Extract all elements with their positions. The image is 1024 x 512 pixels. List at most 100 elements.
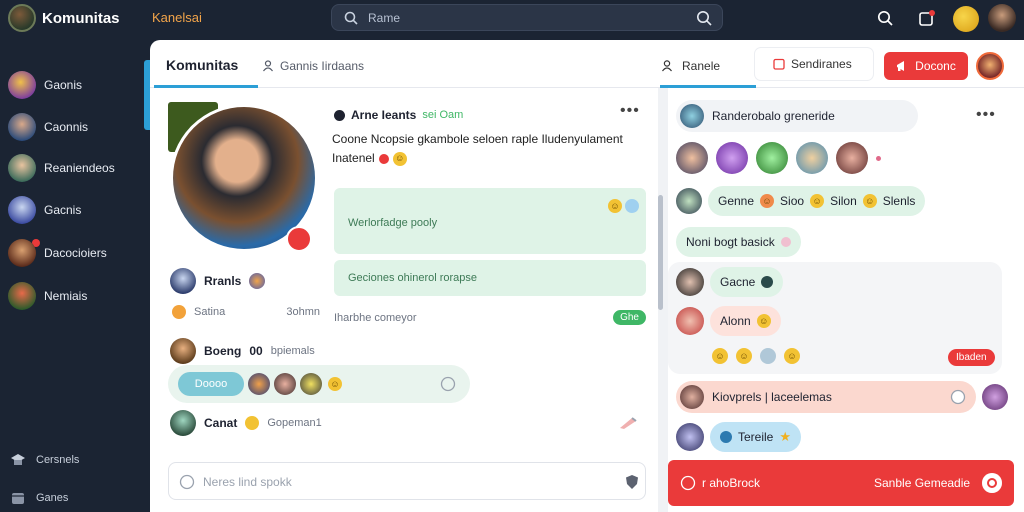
avatar: [676, 268, 704, 296]
chat-bubble-highlight[interactable]: Kiovprels | laceelemas: [676, 381, 976, 413]
emoji-icon: [680, 475, 696, 491]
shield-icon[interactable]: [625, 474, 639, 490]
hero-badge-icon: [286, 226, 312, 252]
post-footer-badge[interactable]: Ghe: [613, 310, 646, 325]
app-name: Komunitas: [42, 9, 120, 27]
search-icon[interactable]: [873, 6, 897, 30]
post-card[interactable]: Werlorfadge pooly ☺: [334, 188, 646, 254]
post-more-icon[interactable]: •••: [620, 102, 640, 120]
post-card-text: Werlorfadge pooly: [348, 217, 438, 229]
megaphone-icon: [897, 61, 905, 71]
emoji-icon: ☺: [608, 199, 622, 213]
post-header[interactable]: Arne Ieants sei Oam: [334, 108, 463, 122]
sidebar-footer-courses[interactable]: Cersnels: [10, 453, 79, 467]
emoji-icon[interactable]: ☺: [712, 348, 728, 364]
reaction-chip[interactable]: Doooo: [178, 372, 244, 396]
composer[interactable]: Neres lind spokk: [168, 462, 646, 500]
brand[interactable]: Komunitas: [8, 4, 120, 32]
chat-bubble[interactable]: Noni bogt basick: [676, 227, 801, 257]
reaction-bar[interactable]: Doooo ☺: [168, 365, 470, 403]
smile-outline-icon[interactable]: [440, 376, 456, 392]
post-text: Coone Ncopsie gkambole seloen raple Ilud…: [332, 130, 632, 168]
main-panel: Komunitas Gannis Iirdaans Ranele Sendira…: [144, 40, 1024, 512]
avatar[interactable]: [796, 142, 828, 174]
sidebar-item-gaonis[interactable]: Gaonis: [8, 71, 82, 99]
tab-sendiranes[interactable]: Sendiranes: [755, 48, 873, 80]
tab-gannis[interactable]: Gannis Iirdaans: [262, 59, 364, 73]
tab-komunitas[interactable]: Komunitas: [166, 57, 238, 73]
emoji-icon: [625, 199, 639, 213]
graduation-cap-icon: [11, 454, 25, 465]
thread-row[interactable]: Canat Gopeman1: [170, 410, 322, 436]
chat-bubble[interactable]: Tereile ★: [710, 422, 802, 452]
bubble-text: Gacne: [720, 275, 756, 289]
avatar: [676, 307, 704, 335]
chat-bubble[interactable]: Gacne: [710, 267, 784, 297]
chat-bubble[interactable]: Alonn ☺: [710, 306, 781, 336]
thread-row[interactable]: Boeng 00 bpiemals: [170, 338, 315, 364]
sidebar-footer-games[interactable]: Ganes: [10, 490, 68, 506]
avatar[interactable]: [716, 142, 748, 174]
search-icon: [344, 11, 358, 25]
sidebar-item-nemiais[interactable]: Nemiais: [8, 282, 87, 310]
user-avatar[interactable]: [988, 4, 1016, 32]
smile-outline-icon[interactable]: [950, 389, 966, 405]
thread-count: 00: [249, 344, 263, 358]
emoji-icon[interactable]: [760, 348, 776, 364]
sidebar-item-dacocioiers[interactable]: Dacocioiers: [8, 239, 107, 267]
smile-outline-icon[interactable]: [179, 474, 195, 490]
chat-bubble[interactable]: Genne ☺ Sioo ☺ Silon ☺ Slenls: [708, 186, 926, 216]
chat-row: Genne ☺ Sioo ☺ Silon ☺ Slenls: [676, 186, 926, 216]
search-input[interactable]: Rame: [368, 11, 400, 25]
profile-name-row[interactable]: Rranls: [170, 268, 266, 294]
scrollbar-thumb[interactable]: [658, 195, 663, 310]
sidebar-item-caonnis[interactable]: Caonnis: [8, 113, 88, 141]
sidebar-item-label: Reaniendeos: [44, 161, 115, 175]
chat-more-icon[interactable]: •••: [976, 106, 996, 124]
chat-header[interactable]: Randerobalo greneride: [676, 100, 918, 132]
avatar[interactable]: [676, 142, 708, 174]
users-icon: [662, 60, 672, 72]
notification-icon[interactable]: [915, 6, 939, 30]
sidebar-item-reaniendeos[interactable]: Reaniendeos: [8, 154, 115, 182]
post-card[interactable]: Geciones ohinerol rorapse: [334, 260, 646, 296]
sidebar-item-label: Gacnis: [44, 203, 82, 217]
tab-ranele[interactable]: Ranele: [662, 59, 720, 73]
emoji-icon: [780, 237, 791, 247]
send-icon[interactable]: [982, 473, 1002, 493]
chat-pill[interactable]: Ibaden: [948, 349, 995, 366]
sidebar: Gaonis Caonnis Reaniendeos Gacnis Dacoci…: [0, 38, 148, 512]
user-icon: [263, 60, 273, 72]
emoji-icon: ☺: [810, 194, 825, 208]
pencil-icon[interactable]: [618, 416, 638, 430]
bubble-text: Alonn: [720, 314, 751, 328]
bubble-text: Genne: [718, 194, 755, 208]
sidebar-item-label: Nemiais: [44, 289, 88, 303]
doconc-button[interactable]: Doconc: [884, 52, 968, 80]
chat-footer-bar[interactable]: r ahoBrock Sanble Gemeadie: [668, 460, 1014, 506]
chat-row: Tereile ★: [676, 422, 802, 452]
avatar: [8, 282, 36, 310]
bubble-text: Slenls: [882, 194, 916, 208]
chat-header-title: Randerobalo greneride: [712, 109, 835, 123]
header-avatar[interactable]: [976, 52, 1004, 80]
search-bar[interactable]: Rame: [331, 4, 723, 31]
avatar: [170, 268, 196, 294]
search-submit-icon[interactable]: [696, 10, 712, 26]
emoji-icon[interactable]: ☺: [736, 348, 752, 364]
sidebar-item-gacnis[interactable]: Gacnis: [8, 196, 81, 224]
emoji-icon[interactable]: ☺: [784, 348, 800, 364]
cool-emoji-icon: ☺: [328, 377, 342, 391]
profile-hero[interactable]: [168, 102, 318, 252]
avatar: [8, 239, 36, 267]
user-avatar-emoji[interactable]: [953, 6, 979, 32]
avatar[interactable]: [756, 142, 788, 174]
globe-icon: [249, 273, 266, 289]
smile-emoji-icon: ☺: [392, 151, 407, 166]
avatar: [8, 71, 36, 99]
sidebar-item-label: Dacocioiers: [44, 246, 107, 260]
avatar[interactable]: [982, 384, 1008, 410]
composer-input[interactable]: Neres lind spokk: [203, 475, 292, 489]
avatar[interactable]: [836, 142, 868, 174]
post-text-line: Coone Ncopsie gkambole seloen raple Ilud…: [332, 132, 623, 146]
